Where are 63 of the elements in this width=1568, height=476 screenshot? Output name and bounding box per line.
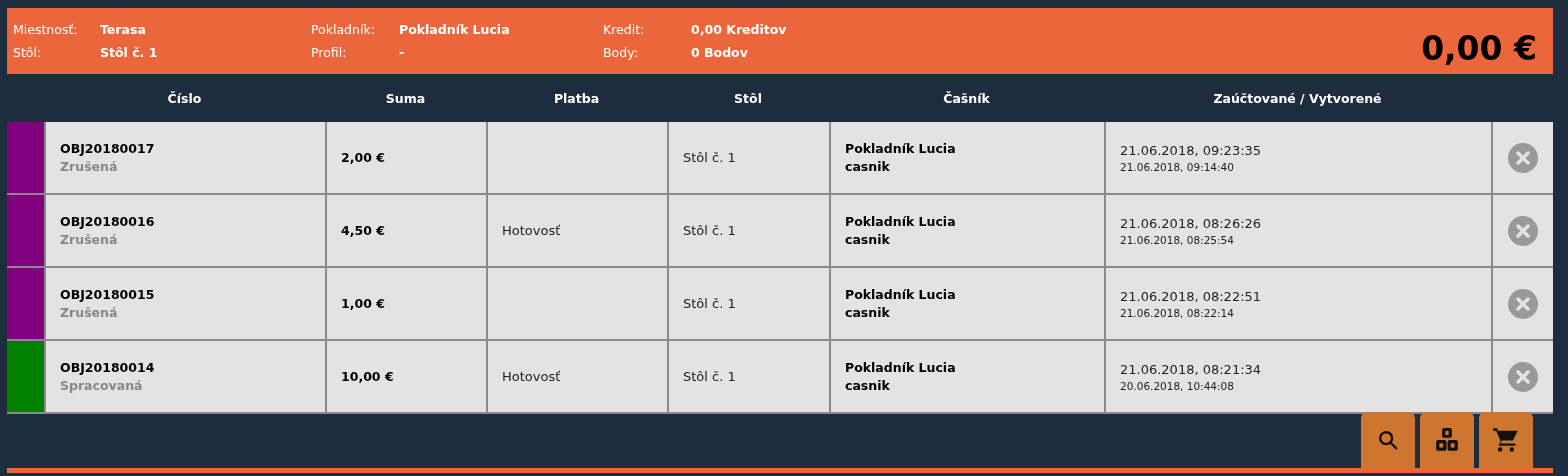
- column-header: Zaúčtované / Vytvorené: [1212, 90, 1383, 106]
- order-number: OBJ20180015: [60, 287, 156, 302]
- table-name: Stôl č. 1: [683, 296, 737, 311]
- order-sum: 2,00 €: [341, 150, 386, 165]
- info-label: Pokladník:: [311, 22, 376, 37]
- table-name: Stôl č. 1: [683, 369, 737, 384]
- created-time: 21.06.2018, 08:25:54: [1120, 233, 1235, 246]
- column-header: Číslo: [166, 90, 203, 106]
- info-label: Body:: [603, 45, 639, 60]
- cart-button[interactable]: [1479, 412, 1533, 468]
- table-name: Stôl č. 1: [683, 223, 737, 238]
- order-number: OBJ20180014: [60, 360, 156, 375]
- column-header: Čašník: [942, 90, 991, 106]
- created-time: 20.06.2018, 10:44:08: [1120, 379, 1235, 392]
- waiter-name: Pokladník Lucia: [845, 360, 957, 375]
- table-name: Stôl č. 1: [683, 150, 737, 165]
- info-label: Miestnosť:: [13, 22, 79, 37]
- info-label: Profil:: [311, 45, 348, 60]
- blocks-button[interactable]: [1420, 412, 1474, 468]
- column-header: Suma: [384, 90, 427, 106]
- info-value: 0,00 Kreditov: [691, 22, 788, 37]
- blocks-icon: [1434, 427, 1460, 453]
- info-value: -: [399, 45, 406, 60]
- order-status: Zrušená: [60, 305, 119, 320]
- search-icon: [1377, 429, 1399, 451]
- waiter-role: casnik: [845, 232, 891, 247]
- order-status: Zrušená: [60, 159, 119, 174]
- search-button[interactable]: [1361, 412, 1415, 468]
- order-status: Spracovaná: [60, 378, 144, 393]
- waiter-role: casnik: [845, 305, 891, 320]
- close-icon[interactable]: [1508, 288, 1538, 319]
- order-number: OBJ20180017: [60, 141, 156, 156]
- posted-time: 21.06.2018, 09:23:35: [1120, 142, 1263, 158]
- order-status: Zrušená: [60, 232, 119, 247]
- close-icon[interactable]: [1508, 215, 1538, 246]
- info-value: Stôl č. 1: [100, 45, 159, 60]
- info-label: Kredit:: [603, 22, 646, 37]
- waiter-name: Pokladník Lucia: [845, 141, 957, 156]
- order-sum: 1,00 €: [341, 296, 386, 311]
- payment-method: Hotovosť: [502, 223, 562, 238]
- created-time: 21.06.2018, 08:22:14: [1120, 306, 1235, 319]
- order-sum: 4,50 €: [341, 223, 386, 238]
- close-icon[interactable]: [1508, 142, 1538, 173]
- created-time: 21.06.2018, 09:14:40: [1120, 160, 1235, 173]
- waiter-name: Pokladník Lucia: [845, 214, 957, 229]
- info-value: 0 Bodov: [691, 45, 749, 60]
- cart-icon: [1492, 426, 1520, 454]
- column-header: Platba: [552, 90, 601, 106]
- info-label: Stôl:: [13, 45, 43, 60]
- posted-time: 21.06.2018, 08:21:34: [1120, 361, 1263, 377]
- order-sum: 10,00 €: [341, 369, 395, 384]
- close-icon[interactable]: [1508, 361, 1538, 392]
- waiter-name: Pokladník Lucia: [845, 287, 957, 302]
- posted-time: 21.06.2018, 08:26:26: [1120, 215, 1263, 231]
- info-value: Terasa: [100, 22, 147, 37]
- order-number: OBJ20180016: [60, 214, 156, 229]
- column-header: Stôl: [733, 90, 763, 106]
- waiter-role: casnik: [845, 378, 891, 393]
- info-value: Pokladník Lucia: [399, 22, 511, 37]
- waiter-role: casnik: [845, 159, 891, 174]
- payment-method: Hotovosť: [502, 369, 562, 384]
- posted-time: 21.06.2018, 08:22:51: [1120, 288, 1263, 304]
- total-amount: 0,00 €: [1421, 29, 1537, 68]
